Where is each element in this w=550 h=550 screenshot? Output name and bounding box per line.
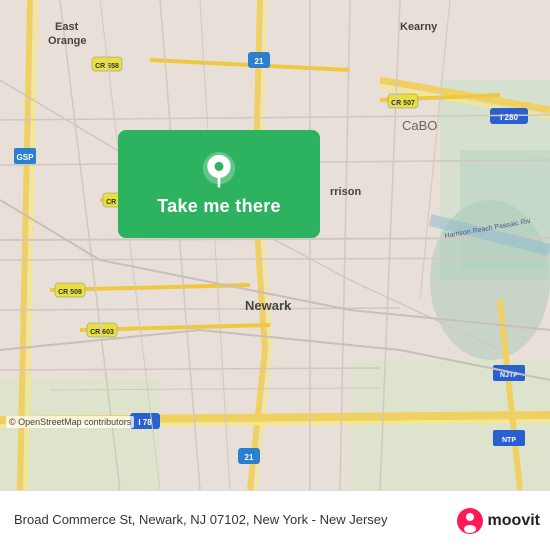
svg-text:CR 603: CR 603 [90,329,114,336]
svg-text:GSP: GSP [17,153,35,162]
info-bar: Broad Commerce St, Newark, NJ 07102, New… [0,490,550,550]
location-pin-icon [201,152,237,188]
svg-text:Orange: Orange [48,35,87,47]
moovit-logo: moovit [456,507,540,535]
svg-text:I 280: I 280 [500,113,518,122]
svg-text:Newark: Newark [245,298,292,313]
address-line: Broad Commerce St, Newark, NJ 07102, New… [14,512,388,527]
svg-text:CR 658: CR 658 [95,63,119,70]
take-me-there-label: Take me there [157,196,281,217]
moovit-text: moovit [488,512,540,530]
svg-text:CR 509: CR 509 [58,289,82,296]
svg-text:East: East [55,21,79,33]
moovit-icon [456,507,484,535]
svg-text:I 78: I 78 [138,418,152,427]
svg-text:CaBO: CaBO [402,118,437,133]
svg-text:CR 507: CR 507 [391,100,415,107]
svg-text:rrison: rrison [330,186,361,198]
address-text: Broad Commerce St, Newark, NJ 07102, New… [14,511,456,529]
svg-text:21: 21 [255,57,264,66]
svg-text:Kearny: Kearny [400,21,438,33]
svg-text:NTP: NTP [502,437,516,444]
svg-text:21: 21 [245,453,254,462]
map-container: 21 21 I 280 I 78 NJTP NTP CR 658 CR 508 … [0,0,550,490]
osm-credit: © OpenStreetMap contributors [6,416,134,428]
take-me-there-button[interactable]: Take me there [118,130,320,238]
